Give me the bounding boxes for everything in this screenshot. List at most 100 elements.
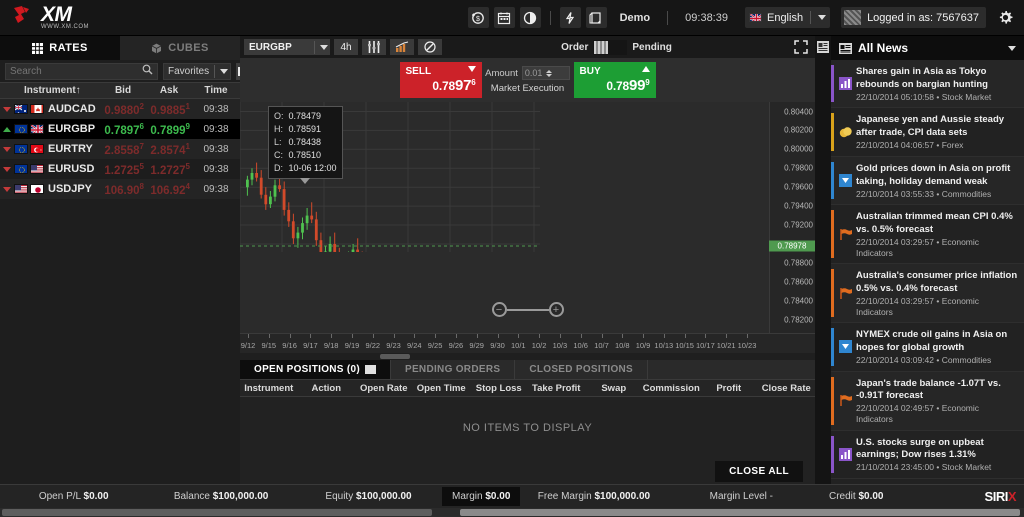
symbol-selector[interactable]: EURGBP xyxy=(244,39,330,55)
report-icon[interactable] xyxy=(586,7,607,28)
news-rail[interactable] xyxy=(815,36,831,484)
buy-button[interactable]: BUY 0.78999 xyxy=(574,62,656,98)
flag-icon xyxy=(14,144,28,154)
scroll-thumb-right[interactable] xyxy=(460,509,1020,516)
zoom-slider-track[interactable] xyxy=(507,309,549,311)
tab-pending-orders[interactable]: PENDING ORDERS xyxy=(391,360,515,379)
brand-logo[interactable]: XM WWW.XM.COM xyxy=(0,5,120,30)
positions-column-header[interactable]: Take Profit xyxy=(528,383,586,394)
news-item[interactable]: Gold prices down in Asia on profit takin… xyxy=(831,157,1024,205)
chevron-down-icon[interactable] xyxy=(320,45,328,50)
price-chart[interactable]: O: 0.78479 H: 0.78591 L: 0.78438 C: 0.78… xyxy=(240,102,815,333)
zoom-in-button[interactable]: + xyxy=(549,302,564,317)
amount-input[interactable]: 0.01 xyxy=(522,66,570,80)
col-ask[interactable]: Ask xyxy=(146,85,192,96)
sell-button[interactable]: SELL 0.78976 xyxy=(400,62,482,98)
tab-rates[interactable]: RATES xyxy=(0,36,120,60)
stepper-down-icon[interactable] xyxy=(546,74,552,77)
bid-price[interactable]: 106.908 xyxy=(100,182,146,197)
instrument-row[interactable]: USDJPY106.908106.92409:38 xyxy=(0,179,240,199)
account-indicator[interactable]: Logged in as: 7567637 xyxy=(841,7,986,28)
contrast-icon[interactable] xyxy=(520,7,541,28)
positions-column-header[interactable]: Swap xyxy=(585,383,643,394)
order-mode-toggle[interactable]: Order Pending xyxy=(561,40,672,55)
instrument-row[interactable]: AUDCAD0.988020.9885109:38 xyxy=(0,99,240,119)
search-input[interactable] xyxy=(5,63,158,80)
positions-column-header[interactable]: Commission xyxy=(643,383,701,394)
positions-column-header[interactable]: Action xyxy=(298,383,356,394)
time-tick-label: 10/21 xyxy=(717,341,736,350)
tab-closed-positions[interactable]: CLOSED POSITIONS xyxy=(515,360,648,379)
col-bid[interactable]: Bid xyxy=(100,85,146,96)
account-pattern-icon xyxy=(844,10,861,25)
positions-column-header[interactable]: Close Rate xyxy=(758,383,816,394)
news-item[interactable]: Australia's consumer price inflation 0.5… xyxy=(831,264,1024,323)
news-meta: 22/10/2014 04:06:57 • Forex xyxy=(856,140,1018,151)
direction-arrow-icon xyxy=(0,147,14,152)
amount-label: Amount xyxy=(485,68,518,79)
timeframe-button[interactable]: 4h xyxy=(334,39,358,55)
bid-price[interactable]: 0.78976 xyxy=(100,122,146,137)
chart-zoom-control[interactable]: − + xyxy=(492,302,564,317)
chart-type-icon[interactable] xyxy=(390,39,414,55)
signal-icon[interactable] xyxy=(560,7,581,28)
bid-price[interactable]: 2.85587 xyxy=(100,142,146,157)
close-all-button[interactable]: CLOSE ALL xyxy=(715,461,803,482)
instrument-row[interactable]: EURTRY2.855872.8574109:38 xyxy=(0,139,240,159)
ask-price[interactable]: 2.85741 xyxy=(146,142,192,157)
coins-icon xyxy=(834,113,856,150)
news-item[interactable]: NYMEX crude oil gains in Asia on hopes f… xyxy=(831,323,1024,371)
eraser-icon[interactable] xyxy=(418,39,442,55)
amount-stepper[interactable] xyxy=(546,70,567,77)
indicators-icon[interactable] xyxy=(362,39,386,55)
window-hscrollbar[interactable] xyxy=(0,508,1024,517)
chevron-down-icon[interactable] xyxy=(818,15,826,20)
chart-scroll-thumb[interactable] xyxy=(380,354,410,359)
scroll-thumb-left[interactable] xyxy=(2,509,432,516)
positions-column-header[interactable]: Instrument xyxy=(240,383,298,394)
chevron-down-icon[interactable] xyxy=(1008,46,1016,51)
flag-icon xyxy=(14,124,28,134)
positions-column-header[interactable]: Stop Loss xyxy=(470,383,528,394)
news-item[interactable]: Australian trimmed mean CPI 0.4% vs. 0.5… xyxy=(831,205,1024,264)
ask-price[interactable]: 0.98851 xyxy=(146,102,192,117)
positions-column-header[interactable]: Open Time xyxy=(413,383,471,394)
language-selector[interactable]: English xyxy=(745,7,830,28)
news-header[interactable]: All News xyxy=(831,36,1024,60)
positions-column-header[interactable]: Profit xyxy=(700,383,758,394)
pending-label: Pending xyxy=(632,42,671,53)
deposit-icon[interactable]: $ xyxy=(468,7,489,28)
stepper-up-icon[interactable] xyxy=(546,70,552,73)
search-field[interactable] xyxy=(10,66,142,77)
news-meta: 22/10/2014 03:55:33 • Commodities xyxy=(856,189,1018,200)
chevron-down-icon[interactable] xyxy=(220,69,228,74)
news-item[interactable]: Shares gain in Asia as Tokyo rebounds on… xyxy=(831,60,1024,108)
news-rail-icon[interactable] xyxy=(817,41,829,53)
favorites-dropdown[interactable]: Favorites xyxy=(163,63,231,80)
search-icon[interactable] xyxy=(142,64,153,78)
positions-column-header[interactable]: Open Rate xyxy=(355,383,413,394)
order-label: Order xyxy=(561,42,588,53)
news-item[interactable]: U.S. stocks surge on upbeat earnings; Do… xyxy=(831,431,1024,479)
bid-price[interactable]: 0.98802 xyxy=(100,102,146,117)
order-pending-switch[interactable] xyxy=(593,40,627,55)
settings-button[interactable] xyxy=(993,6,1017,30)
bid-price[interactable]: 1.27255 xyxy=(100,162,146,177)
zoom-out-button[interactable]: − xyxy=(492,302,507,317)
instrument-row[interactable]: EURGBP0.789760.7899909:38 xyxy=(0,119,240,139)
ask-price[interactable]: 1.27275 xyxy=(146,162,192,177)
ask-price[interactable]: 106.924 xyxy=(146,182,192,197)
col-time[interactable]: Time xyxy=(192,85,240,96)
col-instrument[interactable]: Instrument↑ xyxy=(0,85,100,96)
calendar-icon[interactable] xyxy=(494,7,515,28)
direction-arrow-icon xyxy=(0,107,14,112)
ask-price[interactable]: 0.78999 xyxy=(146,122,192,137)
status-bar: Open P/L $0.00 Balance $100,000.00 Equit… xyxy=(0,484,1024,508)
news-item[interactable]: Japan's trade balance -1.07T vs. -0.91T … xyxy=(831,372,1024,431)
instrument-row[interactable]: EURUSD1.272551.2727509:38 xyxy=(0,159,240,179)
tab-cubes[interactable]: CUBES xyxy=(120,36,240,60)
chart-hscrollbar[interactable] xyxy=(240,353,815,360)
tab-open-positions[interactable]: OPEN POSITIONS (0) xyxy=(240,360,391,379)
news-item[interactable]: Japanese yen and Aussie steady after tra… xyxy=(831,108,1024,156)
fullscreen-icon[interactable] xyxy=(791,39,811,55)
